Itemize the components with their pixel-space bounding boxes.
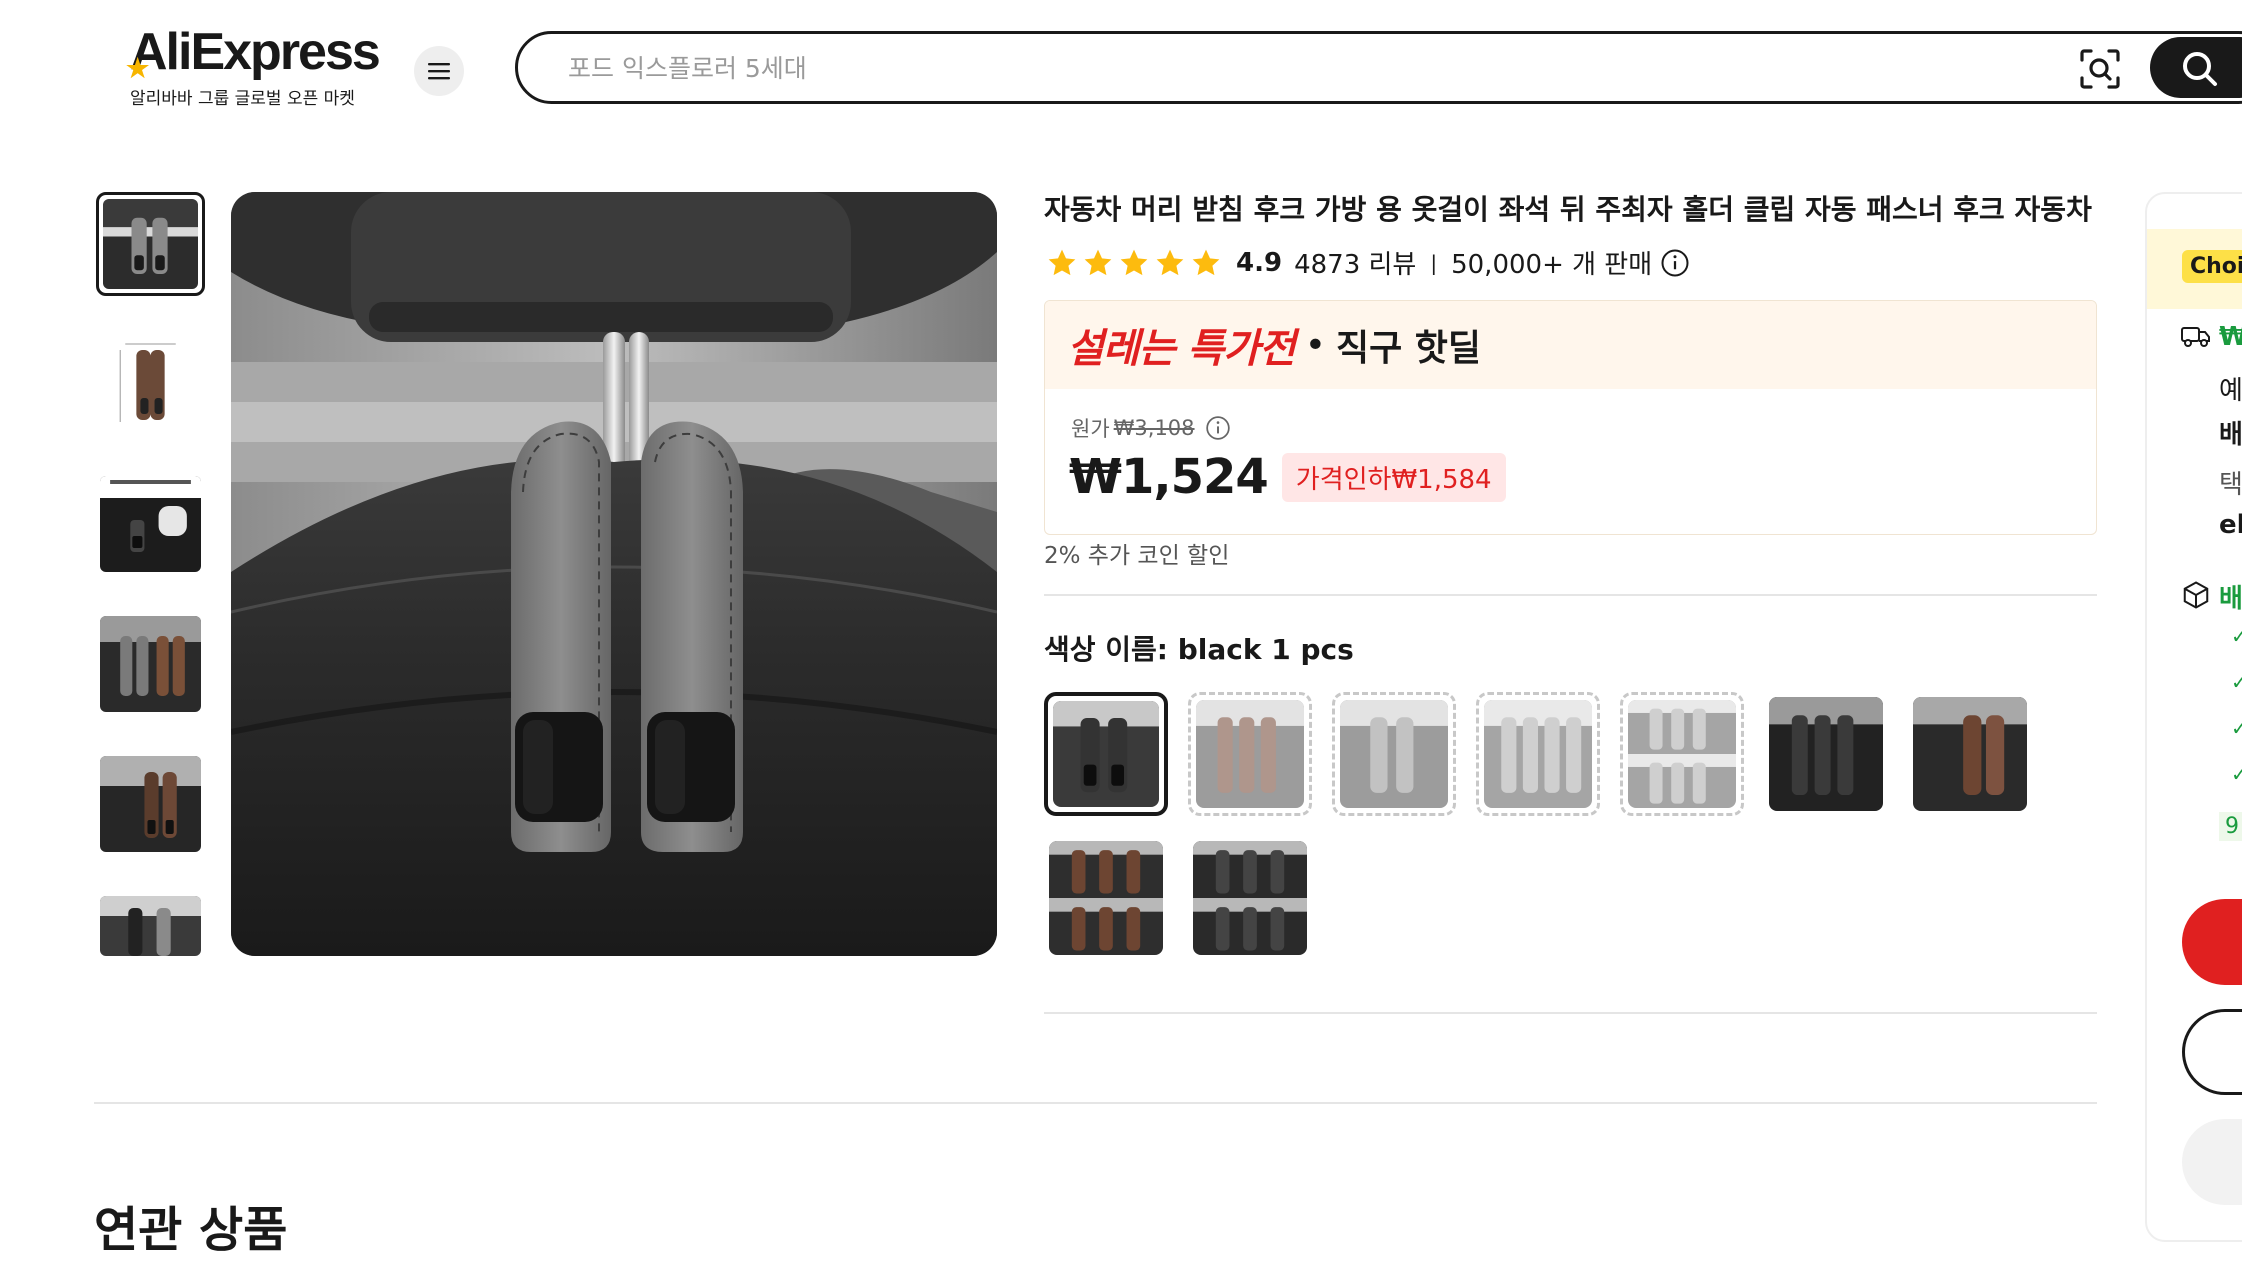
info-icon[interactable] bbox=[1205, 415, 1231, 441]
current-price-row: ₩1,524 가격인하₩1,584 bbox=[1069, 449, 1506, 505]
thumbnail-image bbox=[103, 199, 198, 289]
color-swatch-gray-double[interactable] bbox=[1620, 692, 1744, 816]
star-icon bbox=[1156, 249, 1184, 275]
logo-tagline: 알리바바 그룹 글로벌 오픈 마켓 bbox=[130, 89, 355, 109]
related-products-heading: 연관 상품 bbox=[94, 1202, 288, 1258]
rating-stars[interactable] bbox=[1046, 247, 1222, 279]
thumbnail-image bbox=[100, 476, 201, 572]
logo-star-icon: ★ bbox=[126, 53, 149, 83]
check-icon: ✓ bbox=[2231, 624, 2242, 648]
current-price: ₩1,524 bbox=[1069, 449, 1269, 505]
star-icon bbox=[1192, 249, 1220, 275]
star-icon bbox=[1084, 249, 1112, 275]
check-icon: ✓ bbox=[2231, 762, 2242, 786]
color-swatch-gray-light[interactable] bbox=[1476, 692, 1600, 816]
thumbnail-image bbox=[100, 896, 201, 956]
price-box: 설레는 특가전 • 직구 핫딜 원가 ₩3,108 ₩1,524 가격인하₩1,… bbox=[1044, 300, 2097, 535]
product-title: 자동차 머리 받침 후크 가방 용 옷걸이 좌석 뒤 주최자 홀더 클립 자동 … bbox=[1044, 193, 2099, 226]
delivery-line-4: el bbox=[2219, 510, 2242, 540]
color-swatch-brown-light[interactable] bbox=[1188, 692, 1312, 816]
thumbnail-3[interactable] bbox=[96, 472, 205, 576]
wishlist-button[interactable] bbox=[2182, 1119, 2242, 1205]
thumbnail-image bbox=[100, 336, 201, 432]
search-input[interactable] bbox=[568, 46, 1968, 90]
package-icon bbox=[2183, 581, 2209, 609]
promo-banner: 설레는 특가전 • 직구 핫딜 bbox=[1045, 301, 2096, 389]
color-swatch-black-dark[interactable] bbox=[1764, 692, 1888, 816]
check-icon: ✓ bbox=[2231, 670, 2242, 694]
choice-badge: Choic bbox=[2182, 250, 2242, 283]
thumbnail-1[interactable] bbox=[96, 192, 205, 296]
review-count[interactable]: 4873 리뷰 bbox=[1294, 244, 1416, 281]
rating-value: 4.9 bbox=[1236, 247, 1283, 278]
original-price: ₩3,108 bbox=[1113, 416, 1195, 440]
thumbnail-6[interactable] bbox=[96, 892, 205, 956]
color-swatch-black[interactable] bbox=[1044, 692, 1168, 816]
color-swatch-black-double[interactable] bbox=[1188, 836, 1312, 960]
menu-button[interactable] bbox=[414, 46, 464, 96]
star-icon bbox=[1048, 249, 1076, 275]
color-swatch-brown[interactable] bbox=[1908, 692, 2032, 816]
promo-separator: • bbox=[1304, 324, 1326, 366]
search-icon bbox=[2183, 52, 2217, 86]
color-name-label: 색상 이름: black 1 pcs bbox=[1044, 633, 1354, 666]
color-swatch-gray[interactable] bbox=[1332, 692, 1456, 816]
main-product-image[interactable] bbox=[231, 192, 997, 956]
purchase-side-panel: Choic ₩1 예 배 택 el 배 ✓ ✓ ✓ ✓ 9 bbox=[2145, 192, 2242, 1242]
section-divider bbox=[94, 1102, 2097, 1104]
discount-badge: 가격인하₩1,584 bbox=[1281, 452, 1506, 502]
thumbnail-2[interactable] bbox=[96, 332, 205, 436]
search-button[interactable] bbox=[2150, 37, 2242, 98]
divider bbox=[1044, 594, 2097, 596]
promo-subtitle: 직구 핫딜 bbox=[1335, 328, 1481, 369]
image-search-icon[interactable] bbox=[2078, 47, 2122, 91]
delivery-line-2: 배 bbox=[2219, 420, 2242, 450]
color-swatch-brown-double[interactable] bbox=[1044, 836, 1168, 960]
thumbnail-image bbox=[100, 756, 201, 852]
thumbnail-5[interactable] bbox=[96, 752, 205, 856]
benefit-badge: 9 bbox=[2219, 812, 2242, 841]
truck-icon bbox=[2181, 327, 2210, 347]
buy-now-button[interactable] bbox=[2182, 899, 2242, 985]
delivery-guarantee: 배 bbox=[2219, 584, 2242, 614]
original-price-label: 원가 bbox=[1071, 417, 1110, 441]
coin-discount-note: 2% 추가 코인 할인 bbox=[1044, 543, 1230, 569]
add-to-cart-button[interactable] bbox=[2182, 1009, 2242, 1095]
thumbnail-4[interactable] bbox=[96, 612, 205, 716]
search-bar bbox=[515, 31, 2242, 104]
logo-text: AliExpress bbox=[130, 23, 381, 81]
sold-count: 50,000+ 개 판매 bbox=[1451, 250, 1653, 280]
rating-row: 4.9 4873 리뷰 | 50,000+ 개 판매 bbox=[1046, 244, 1690, 281]
delivery-line-1: 예 bbox=[2219, 376, 2242, 406]
thumbnail-image bbox=[100, 616, 201, 712]
original-price-row: 원가 ₩3,108 bbox=[1071, 413, 1231, 443]
aliexpress-logo[interactable]: ★ AliExpress 알리바바 그룹 글로벌 오픈 마켓 bbox=[126, 23, 381, 109]
divider bbox=[1044, 1012, 2097, 1014]
check-icon: ✓ bbox=[2231, 716, 2242, 740]
hamburger-icon bbox=[428, 63, 450, 80]
promo-title: 설레는 특가전 bbox=[1067, 326, 1296, 372]
star-icon bbox=[1120, 249, 1148, 275]
info-icon[interactable] bbox=[1660, 248, 1690, 278]
delivery-line-3: 택 bbox=[2219, 470, 2242, 500]
shipping-price: ₩1 bbox=[2219, 322, 2242, 352]
separator: | bbox=[1430, 250, 1438, 275]
